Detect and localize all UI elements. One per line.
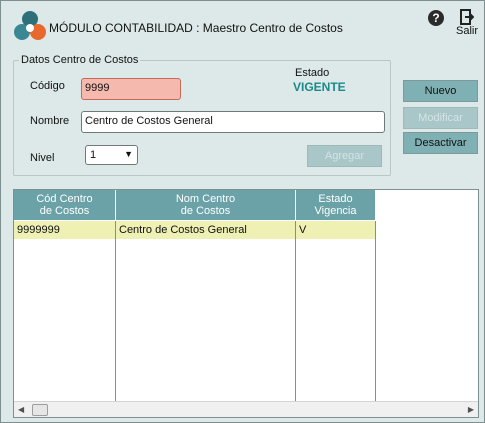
codigo-input[interactable]: 9999 bbox=[81, 78, 181, 100]
cell-nombre: Centro de Costos General bbox=[116, 221, 296, 239]
column-header-text: Nom Centro bbox=[175, 193, 236, 205]
app-window: MÓDULO CONTABILIDAD : Maestro Centro de … bbox=[0, 0, 485, 423]
nombre-input[interactable]: Centro de Costos General bbox=[81, 111, 385, 133]
modificar-button[interactable]: Modificar bbox=[403, 107, 478, 129]
column-divider bbox=[115, 239, 116, 402]
column-header-nombre[interactable]: Nom Centro de Costos bbox=[116, 190, 296, 220]
column-header-text: Cód Centro bbox=[36, 193, 93, 205]
column-divider bbox=[375, 239, 376, 402]
desactivar-button[interactable]: Desactivar bbox=[403, 132, 478, 154]
group-title: Datos Centro de Costos bbox=[19, 54, 141, 66]
cell-codigo: 9999999 bbox=[14, 221, 116, 239]
exit-button[interactable]: Salir bbox=[455, 9, 479, 37]
estado-value: VIGENTE bbox=[293, 80, 346, 94]
column-header-codigo[interactable]: Cód Centro de Costos bbox=[14, 190, 116, 220]
estado-label: Estado bbox=[295, 67, 330, 79]
agregar-button[interactable]: Agregar bbox=[307, 145, 382, 167]
scroll-left-icon[interactable]: ◀ bbox=[18, 405, 24, 414]
nuevo-button[interactable]: Nuevo bbox=[403, 80, 478, 102]
table-header: Cód Centro de Costos Nom Centro de Costo… bbox=[14, 190, 376, 220]
horizontal-scrollbar[interactable]: ◀ ▶ bbox=[14, 401, 478, 417]
column-divider bbox=[295, 239, 296, 402]
nivel-select[interactable]: 1 ▼ bbox=[85, 145, 138, 165]
nivel-selected-value: 1 bbox=[90, 149, 97, 161]
scroll-right-icon[interactable]: ▶ bbox=[468, 405, 474, 414]
page-title: MÓDULO CONTABILIDAD : Maestro Centro de … bbox=[49, 21, 343, 35]
column-header-estado[interactable]: Estado Vigencia bbox=[296, 190, 376, 220]
chevron-down-icon: ▼ bbox=[124, 149, 133, 159]
nombre-label: Nombre bbox=[30, 115, 70, 127]
column-header-text: Vigencia bbox=[314, 205, 357, 217]
column-header-text: de Costos bbox=[180, 205, 231, 217]
exit-label: Salir bbox=[455, 25, 478, 37]
help-icon[interactable]: ? bbox=[428, 10, 444, 26]
codigo-label: Código bbox=[30, 80, 65, 92]
app-logo-icon bbox=[14, 11, 46, 40]
cell-estado: V bbox=[296, 221, 376, 239]
exit-icon bbox=[460, 9, 474, 25]
scrollbar-thumb[interactable] bbox=[32, 404, 48, 416]
column-header-text: de Costos bbox=[39, 205, 90, 217]
column-header-text: Estado bbox=[318, 193, 353, 205]
nivel-label: Nivel bbox=[30, 152, 55, 164]
cost-centers-table[interactable]: Cód Centro de Costos Nom Centro de Costo… bbox=[13, 189, 479, 418]
table-row[interactable]: 9999999 Centro de Costos General V bbox=[14, 221, 376, 239]
